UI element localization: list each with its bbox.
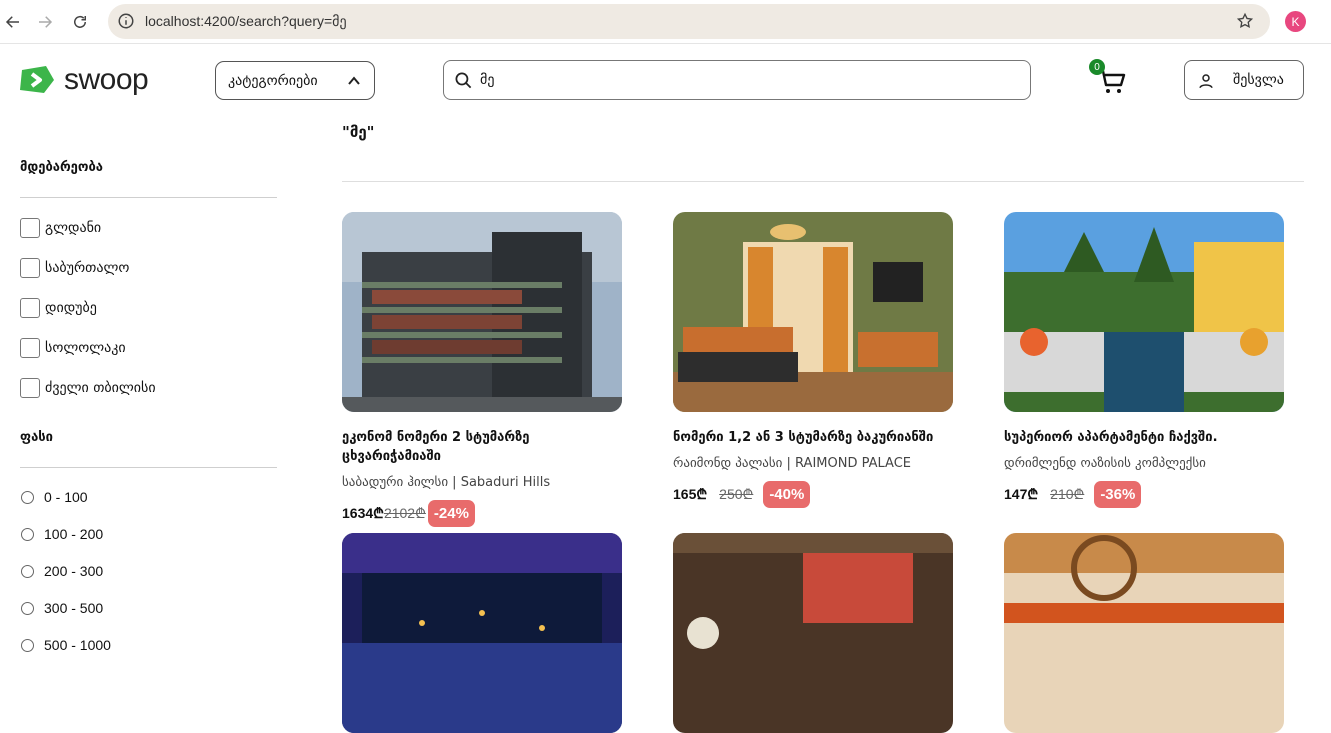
checkbox[interactable] — [20, 258, 40, 278]
price-range-label: 200 - 300 — [44, 563, 104, 579]
price-option[interactable]: 200 - 300 — [20, 562, 277, 580]
offer-image[interactable] — [342, 212, 622, 412]
categories-button[interactable]: კატეგორიები — [215, 61, 375, 100]
price-option[interactable]: 300 - 500 — [20, 599, 277, 617]
price-option[interactable]: 500 - 1000 — [20, 636, 277, 654]
location-filter-title: მდებარეობა — [20, 160, 103, 175]
price-range-label: 0 - 100 — [44, 489, 88, 505]
discount-badge: -24% — [427, 500, 475, 527]
swoop-logo[interactable]: swoop — [20, 63, 149, 97]
location-option[interactable]: საბურთალო — [20, 258, 277, 278]
site-info-icon[interactable] — [117, 12, 135, 30]
categories-label: კატეგორიები — [228, 72, 318, 89]
price-filter-title: ფასი — [20, 430, 53, 445]
back-icon[interactable] — [2, 11, 24, 33]
offer-card[interactable] — [342, 533, 622, 733]
login-button[interactable]: შესვლა — [1184, 60, 1304, 100]
offer-venue: საბადური ჰილსი | Sabaduri Hills — [342, 475, 551, 490]
checkbox[interactable] — [20, 378, 40, 398]
logo-icon — [20, 66, 54, 93]
old-price: 210₾ — [1050, 486, 1085, 502]
location-label: სოლოლაკი — [45, 340, 126, 356]
location-label: ძველი თბილისი — [45, 380, 156, 396]
location-label: დიდუბე — [45, 300, 97, 316]
location-option[interactable]: ძველი თბილისი — [20, 378, 277, 398]
price-option[interactable]: 100 - 200 — [20, 525, 277, 543]
offer-title[interactable]: ეკონომ ნომერი 2 სტუმარზე ცხვარიჭამიაში — [342, 428, 622, 466]
search-query-title: "მე" — [342, 123, 375, 141]
location-label: გლდანი — [45, 220, 102, 236]
discount-badge: -36% — [1094, 481, 1142, 508]
offer-venue: რაიმონდ პალასი | RAIMOND PALACE — [673, 456, 911, 471]
url-text: localhost:4200/search?query=მე — [145, 13, 347, 29]
logo-text: swoop — [64, 63, 149, 96]
offer-card[interactable] — [1004, 533, 1284, 733]
filter-sidebar: მდებარეობა გლდანი საბურთალო დიდუბე სოლოლ… — [20, 160, 277, 673]
chevron-up-icon — [348, 76, 360, 85]
offer-card[interactable]: ნომერი 1,2 ან 3 სტუმარზე ბაკურიანში რაიმ… — [673, 212, 953, 508]
checkbox[interactable] — [20, 218, 40, 238]
profile-avatar[interactable]: K — [1285, 11, 1306, 32]
offer-venue: დრიმლენდ ოაზისის კომპლექსი — [1004, 456, 1206, 471]
search-box[interactable] — [443, 60, 1031, 100]
current-price: 165₾ — [673, 486, 708, 502]
offer-card[interactable]: სუპერიორ აპარტამენტი ჩაქვში. დრიმლენდ ოა… — [1004, 212, 1284, 508]
offer-card[interactable]: ეკონომ ნომერი 2 სტუმარზე ცხვარიჭამიაში ს… — [342, 212, 622, 527]
location-option[interactable]: დიდუბე — [20, 298, 277, 318]
offer-image[interactable] — [1004, 212, 1284, 412]
search-icon — [455, 72, 472, 89]
divider — [20, 467, 277, 468]
divider — [20, 197, 277, 198]
price-row: 165₾ 250₾ -40% — [673, 481, 953, 508]
radio-button[interactable] — [21, 601, 34, 615]
price-option[interactable]: 0 - 100 — [20, 488, 277, 506]
search-input[interactable] — [480, 69, 1000, 91]
offer-title[interactable]: ნომერი 1,2 ან 3 სტუმარზე ბაკურიანში — [673, 428, 953, 447]
cart-count-badge: 0 — [1089, 59, 1105, 75]
location-option[interactable]: გლდანი — [20, 218, 277, 238]
price-range-label: 100 - 200 — [44, 526, 104, 542]
checkbox[interactable] — [20, 298, 40, 318]
discount-badge: -40% — [763, 481, 811, 508]
user-icon — [1199, 74, 1213, 89]
price-row: 1634₾ 2102₾ -24% — [342, 500, 622, 527]
radio-button[interactable] — [21, 638, 34, 652]
address-bar[interactable]: localhost:4200/search?query=მე — [108, 4, 1270, 39]
price-range-label: 500 - 1000 — [44, 637, 111, 653]
divider — [342, 181, 1304, 182]
current-price: 1634₾ — [342, 505, 384, 521]
reload-icon[interactable] — [69, 11, 91, 33]
radio-button[interactable] — [21, 490, 34, 504]
browser-toolbar: localhost:4200/search?query=მე K — [0, 0, 1331, 44]
bookmark-star-icon[interactable] — [1236, 12, 1254, 30]
offer-image[interactable] — [342, 533, 622, 733]
forward-icon[interactable] — [34, 11, 56, 33]
offer-card[interactable] — [673, 533, 953, 733]
checkbox[interactable] — [20, 338, 40, 358]
offer-image[interactable] — [673, 212, 953, 412]
offer-image[interactable] — [673, 533, 953, 733]
offer-title[interactable]: სუპერიორ აპარტამენტი ჩაქვში. — [1004, 428, 1284, 447]
location-label: საბურთალო — [45, 260, 130, 276]
offer-image[interactable] — [1004, 533, 1284, 733]
old-price: 2102₾ — [383, 505, 426, 521]
price-row: 147₾ 210₾ -36% — [1004, 481, 1284, 508]
radio-button[interactable] — [21, 564, 34, 578]
old-price: 250₾ — [719, 486, 754, 502]
price-range-label: 300 - 500 — [44, 600, 104, 616]
current-price: 147₾ — [1004, 486, 1039, 502]
login-label: შესვლა — [1233, 72, 1284, 88]
radio-button[interactable] — [21, 527, 34, 541]
location-option[interactable]: სოლოლაკი — [20, 338, 277, 358]
